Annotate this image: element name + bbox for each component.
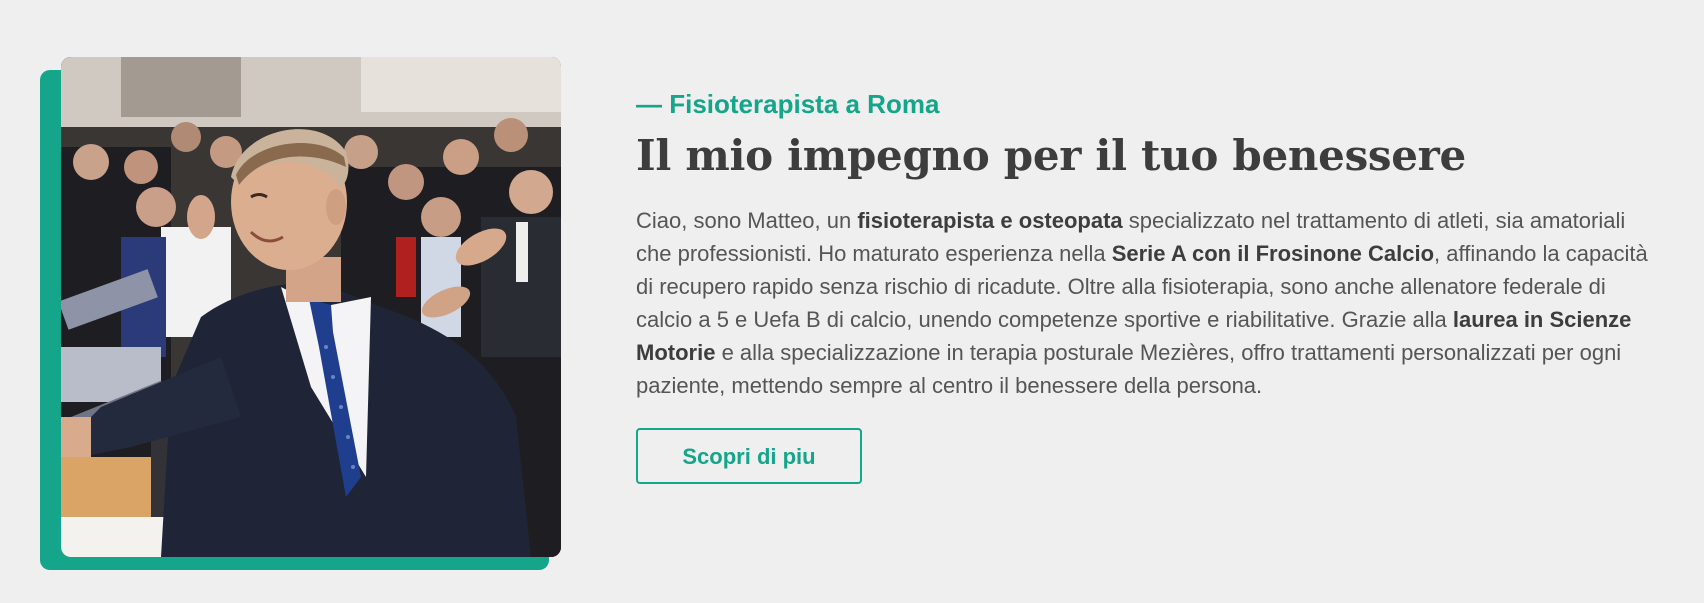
bio-highlight: fisioterapista e osteopata [857, 208, 1123, 233]
profile-photo-frame [40, 57, 561, 571]
bio-text: Ciao, sono Matteo, un [636, 208, 858, 233]
portrait-photo-illustration [61, 57, 561, 557]
about-section: — Fisioterapista a Roma Il mio impegno p… [636, 86, 1666, 484]
profile-photo [61, 57, 561, 557]
bio-highlight: Serie A con il Frosinone Calcio [1111, 241, 1435, 266]
bio-paragraph: Ciao, sono Matteo, un fisioterapista e o… [636, 204, 1666, 402]
section-eyebrow: — Fisioterapista a Roma [636, 89, 940, 119]
bio-text: e alla specializzazione in terapia postu… [636, 340, 1622, 398]
section-title: Il mio impegno per il tuo benessere [636, 131, 1466, 180]
discover-more-button[interactable]: Scopri di piu [636, 428, 862, 484]
